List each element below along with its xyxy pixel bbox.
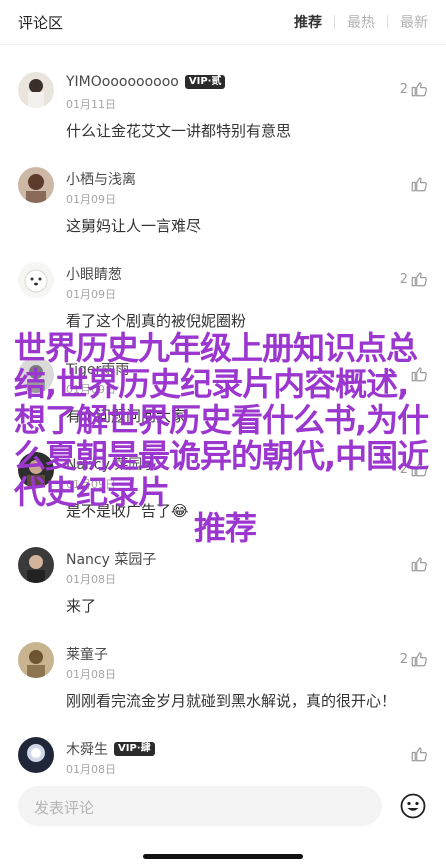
overlay-text-last-line: 推荐 [193, 509, 257, 547]
like-count: 2 [399, 271, 408, 287]
avatar[interactable] [18, 737, 54, 773]
thumbs-up-icon [411, 747, 427, 762]
comment-date: 01月09日 [66, 288, 116, 301]
comment-input[interactable]: 发表评论 [18, 786, 382, 826]
thumbs-up-icon [411, 177, 427, 192]
comment-text: 看了这个剧真的被倪妮圈粉 [66, 312, 247, 330]
overlay-headline: 世界历史九年级上册知识点总结,世界历史纪录片内容概述,想了解世界历史看什么书,为… [14, 330, 436, 546]
like-button[interactable] [408, 175, 428, 193]
comment-input-placeholder: 发表评论 [34, 799, 95, 817]
avatar[interactable] [18, 72, 54, 108]
avatar[interactable] [18, 262, 54, 298]
username-text: 小眼睛葱 [66, 267, 122, 283]
username-text: 莱童子 [66, 647, 108, 663]
comment-date: 01月08日 [66, 668, 116, 681]
thumbs-up-icon [411, 272, 427, 287]
like-button[interactable] [408, 745, 428, 763]
comment-text: 什么让金花艾文一讲都特别有意思 [66, 122, 292, 140]
comment-text: 刚刚看完流金岁月就碰到黑水解说，真的很开心！ [66, 692, 397, 710]
comment-username[interactable]: 莱童子 [66, 644, 108, 664]
username-text: YIMOooooooooo [66, 74, 179, 90]
username-text: 木舜生 [66, 742, 108, 758]
smiley-icon[interactable] [400, 793, 426, 819]
comment-item: 莱童子 01月08日 刚刚看完流金岁月就碰到黑水解说，真的很开心！ 2 [0, 630, 446, 725]
comment-username[interactable]: 木舜生 VIP·肆 [66, 739, 155, 759]
tab-recommended[interactable]: 推荐 [294, 12, 322, 32]
comment-text: 这舅妈让人一言难尽 [66, 217, 202, 235]
comment-username[interactable]: 小眼睛葱 [66, 264, 122, 284]
tab-newest[interactable]: 最新 [400, 12, 428, 32]
username-text: Nancy 菜园子 [66, 552, 157, 568]
sort-tabs: 推荐 最热 最新 [294, 12, 428, 32]
comment-item: Nancy 菜园子 01月08日 来了 [0, 535, 446, 630]
thumbs-up-icon [411, 557, 427, 572]
thumbs-up-icon [411, 82, 427, 97]
like-button[interactable]: 2 [400, 270, 428, 288]
comment-item: 小栖与浅离 01月09日 这舅妈让人一言难尽 [0, 155, 446, 250]
like-button[interactable]: 2 [400, 650, 428, 668]
avatar[interactable] [18, 547, 54, 583]
header-divider [0, 44, 446, 45]
thumbs-up-icon [411, 652, 427, 667]
tab-divider [387, 15, 388, 29]
tab-divider [334, 15, 335, 29]
vip-badge: VIP·肆 [114, 742, 155, 756]
comment-item: YIMOooooooooo VIP·贰 01月11日 什么让金花艾文一讲都特别有… [0, 60, 446, 155]
home-indicator [143, 854, 303, 859]
page-title: 评论区 [18, 14, 64, 32]
like-count: 2 [399, 81, 408, 97]
tab-hottest[interactable]: 最热 [347, 12, 375, 32]
username-text: 小栖与浅离 [66, 172, 136, 188]
comment-input-bar: 发表评论 [0, 775, 446, 868]
comment-username[interactable]: Nancy 菜园子 [66, 549, 156, 569]
like-count: 2 [399, 651, 408, 667]
comment-username[interactable]: 小栖与浅离 [66, 169, 136, 189]
like-button[interactable] [408, 555, 428, 573]
comment-text: 来了 [66, 597, 97, 615]
comment-username[interactable]: YIMOooooooooo VIP·贰 [66, 74, 226, 90]
overlay-text: 世界历史九年级上册知识点总结,世界历史纪录片内容概述,想了解世界历史看什么书,为… [14, 329, 429, 511]
header: 评论区 推荐 最热 最新 [0, 0, 446, 44]
like-button[interactable]: 2 [400, 80, 428, 98]
comment-date: 01月09日 [66, 193, 116, 206]
vip-badge: VIP·贰 [184, 75, 226, 89]
avatar[interactable] [18, 167, 54, 203]
comment-date: 01月08日 [66, 573, 116, 586]
comment-date: 01月11日 [66, 98, 116, 111]
avatar[interactable] [18, 642, 54, 678]
